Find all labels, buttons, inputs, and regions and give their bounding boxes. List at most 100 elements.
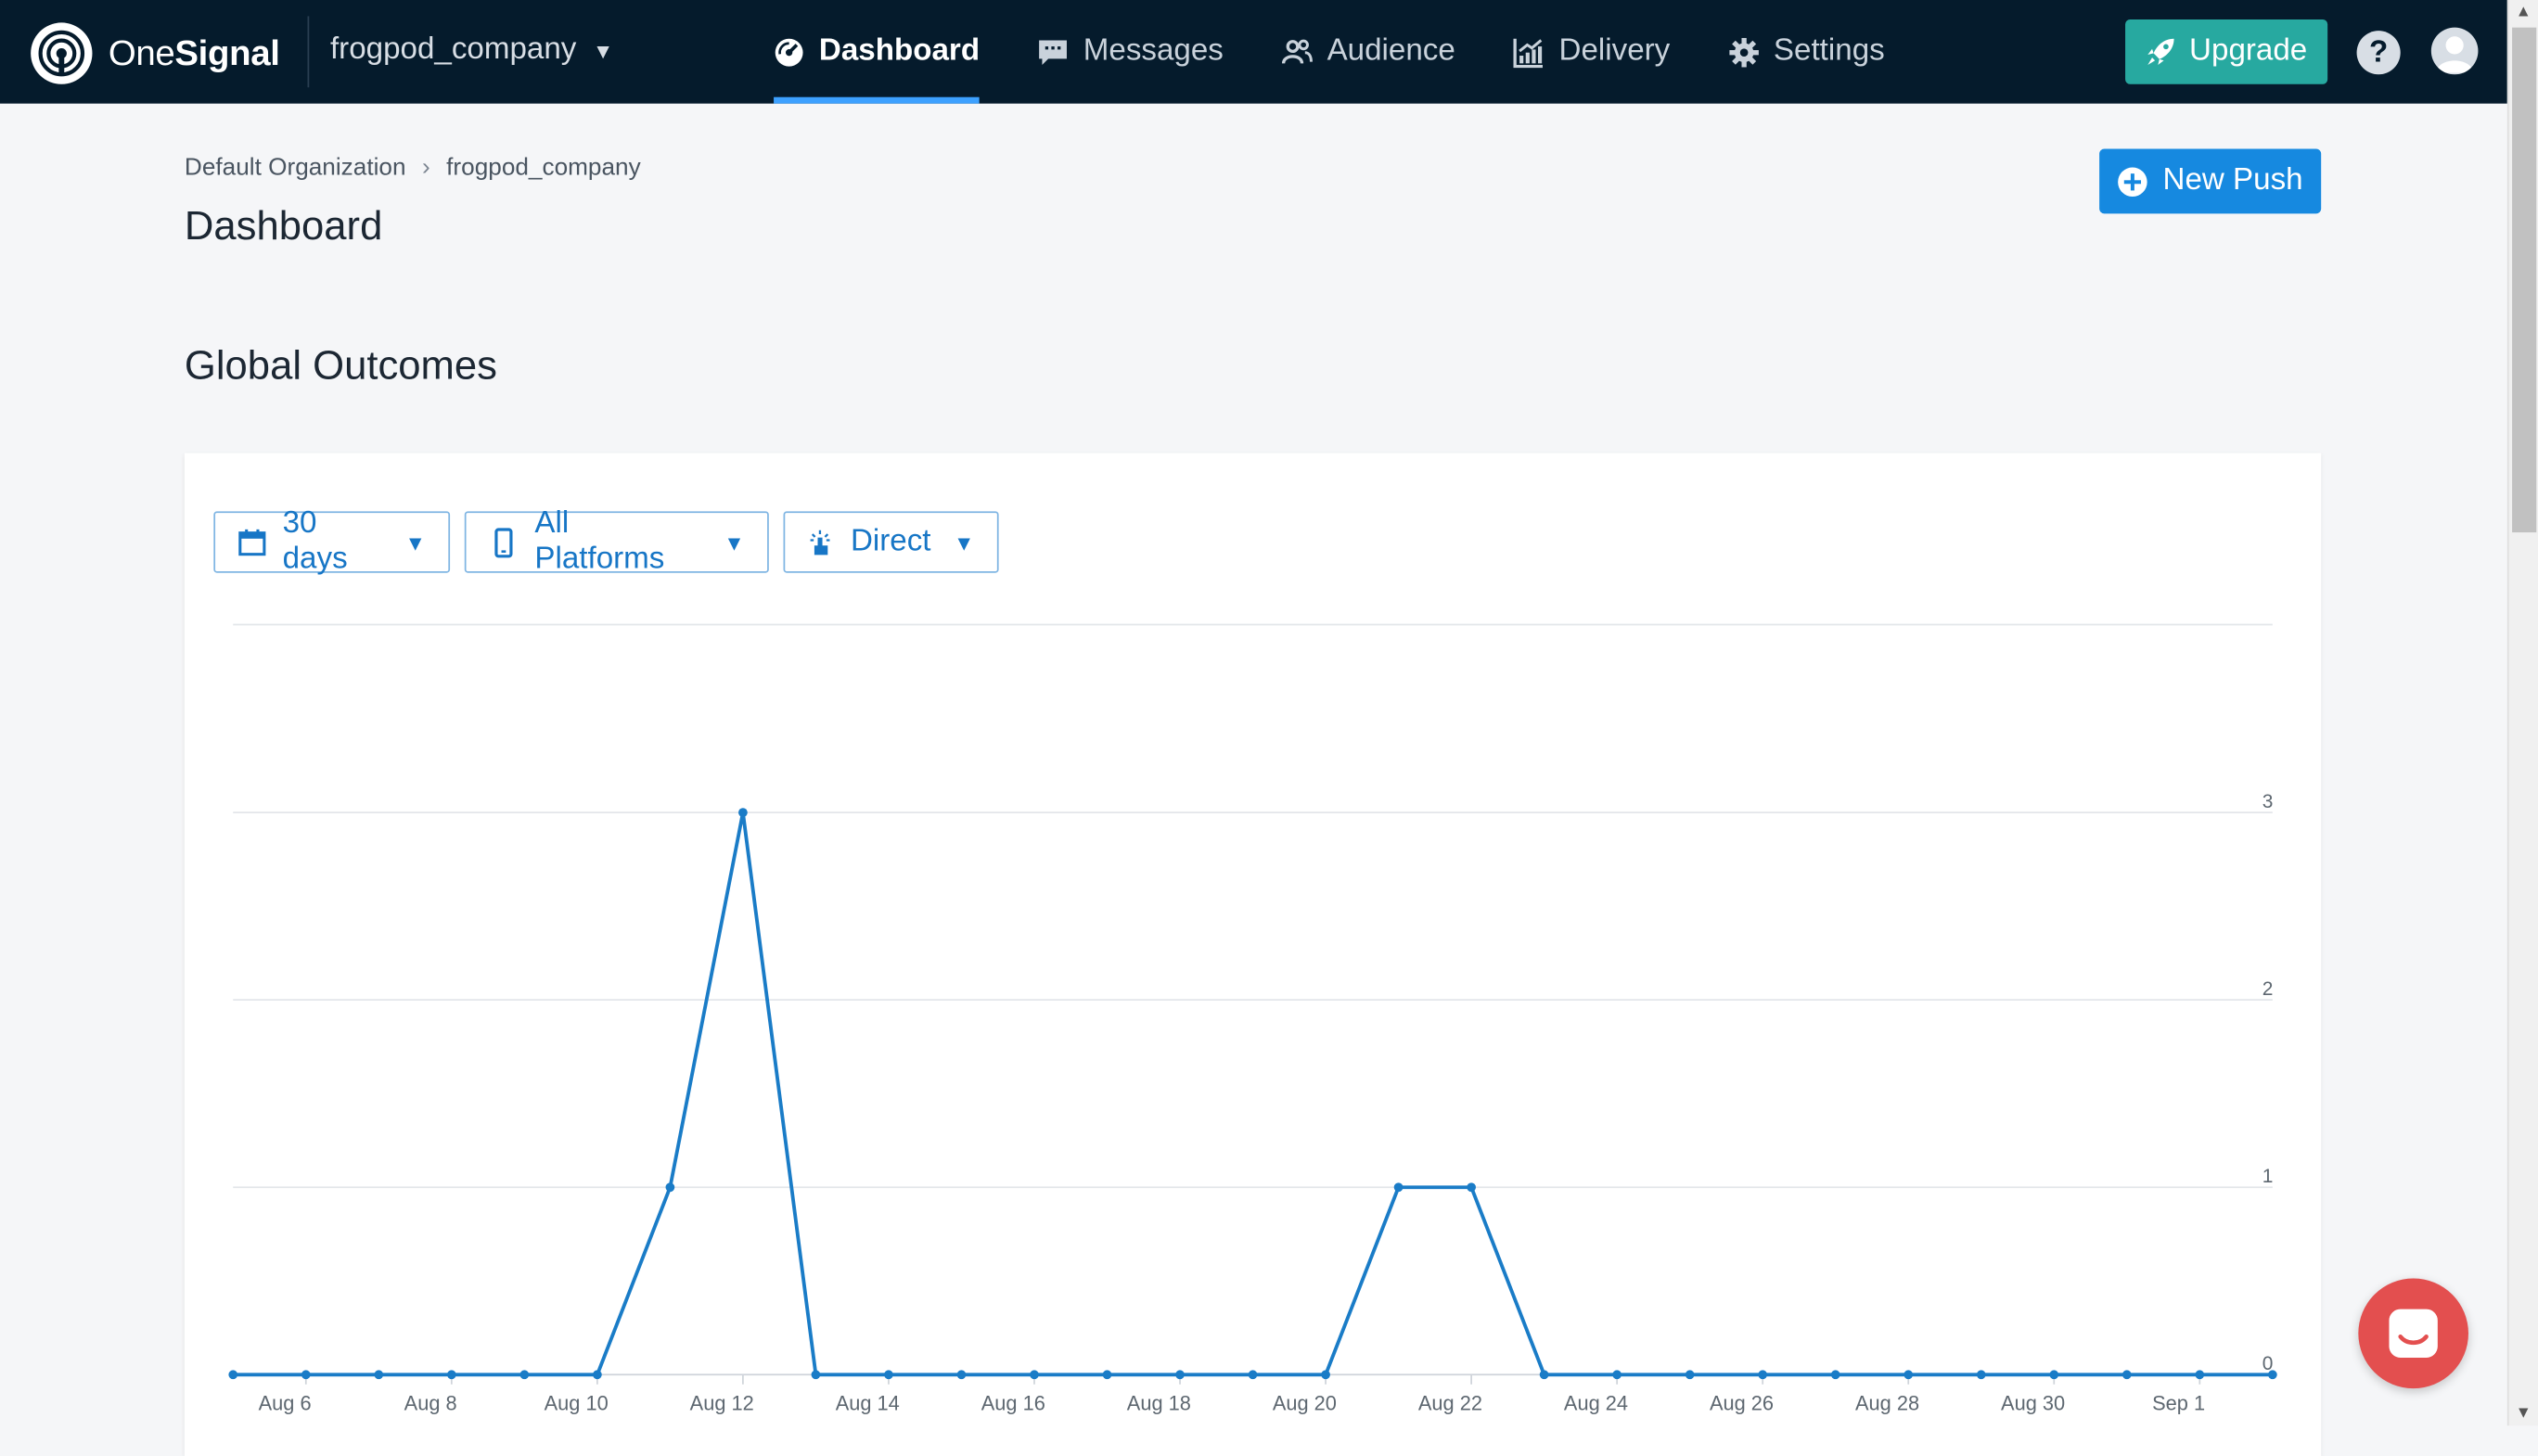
data-point — [301, 1370, 311, 1380]
outcomes-chart: 0123Aug 6 Aug 8 Aug 10 Aug 12 Aug 14 Aug 16 Au… — [228, 623, 2277, 1415]
tap-icon — [810, 529, 830, 555]
upgrade-button[interactable]: Upgrade — [2125, 19, 2328, 84]
nav-dashboard[interactable]: Dashboard — [774, 0, 981, 104]
plus-circle-icon — [2118, 166, 2147, 197]
platform-filter[interactable]: All Platforms ▼ — [464, 506, 769, 576]
series-line — [233, 811, 2273, 1377]
top-nav: OneSignal frogpod_company ▼ Dashboard Me… — [0, 0, 2507, 104]
outcomes-card: 0 1 2 3 Aug 6 Aug 8 Aug 10 Aug 12 Aug 14 Aug 16 Au… — [184, 453, 2322, 1456]
data-point — [2267, 1370, 2277, 1380]
data-point — [374, 1370, 384, 1380]
data-point — [1612, 1370, 1622, 1380]
breadcrumb-separator: › — [421, 153, 430, 182]
upgrade-label: Upgrade — [2189, 33, 2308, 69]
data-point — [884, 1370, 893, 1380]
app-name: frogpod_company — [329, 32, 577, 67]
app-root: OneSignal frogpod_company ▼ Dashboard Me… — [0, 0, 2538, 1456]
data-point — [592, 1370, 602, 1380]
nav-label: Audience — [1327, 33, 1455, 69]
range-label: 30 days — [282, 506, 348, 577]
data-point — [1102, 1370, 1112, 1380]
data-point — [1321, 1370, 1330, 1380]
x-tick-label: Aug 20 — [1273, 1392, 1337, 1415]
new-push-button[interactable]: New Push — [2099, 148, 2322, 214]
app-selector[interactable]: frogpod_company ▼ — [330, 32, 613, 68]
y-tick-label: 1 — [2262, 1166, 2274, 1187]
caret-down-icon: ▼ — [592, 38, 614, 63]
caret-down-icon: ▼ — [404, 530, 426, 555]
page-title: Dashboard — [184, 203, 383, 249]
scroll-up-icon[interactable]: ▲ — [2516, 3, 2532, 20]
messenger-launcher[interactable] — [2358, 1278, 2468, 1389]
data-point — [1830, 1370, 1840, 1380]
x-tick-label: Aug 26 — [1710, 1392, 1774, 1415]
data-point — [1976, 1370, 1986, 1380]
data-point — [1175, 1370, 1185, 1380]
caret-down-icon: ▼ — [724, 530, 745, 555]
nav-messages[interactable]: Messages — [1038, 0, 1224, 104]
data-point — [446, 1370, 456, 1380]
data-point — [1904, 1370, 1914, 1380]
scroll-down-icon[interactable]: ▼ — [2516, 1405, 2532, 1423]
x-tick-label: Aug 16 — [981, 1392, 1045, 1415]
users-icon — [1281, 38, 1313, 63]
main-nav: Dashboard Messages Audience Delivery Set… — [774, 0, 1942, 104]
nav-settings[interactable]: Settings — [1728, 0, 1885, 104]
x-tick-label: Aug 14 — [836, 1392, 900, 1415]
attribution-label: Direct — [850, 524, 931, 558]
help-icon[interactable]: ? — [2356, 31, 2401, 75]
rocket-icon — [2147, 38, 2173, 65]
nav-delivery[interactable]: Delivery — [1513, 0, 1671, 104]
user-avatar-icon — [2436, 36, 2474, 73]
gear-icon — [1728, 37, 1759, 67]
data-point — [665, 1182, 675, 1193]
y-tick-label: 3 — [2262, 791, 2274, 812]
data-point — [1248, 1370, 1258, 1380]
data-point — [2121, 1370, 2132, 1380]
nav-label: Settings — [1773, 33, 1885, 69]
data-point — [1393, 1182, 1404, 1193]
data-point — [956, 1370, 967, 1380]
new-push-label: New Push — [2162, 163, 2303, 198]
data-point — [1030, 1370, 1039, 1380]
data-point — [738, 808, 748, 818]
message-icon — [1039, 39, 1068, 65]
nav-label: Dashboard — [818, 33, 981, 69]
data-point — [519, 1370, 530, 1380]
x-tick-label: Aug 30 — [2001, 1392, 2065, 1415]
breadcrumb-app[interactable]: frogpod_company — [446, 154, 641, 182]
nav-audience[interactable]: Audience — [1281, 0, 1455, 104]
x-tick-label: Aug 28 — [1855, 1392, 1919, 1415]
nav-label: Delivery — [1558, 33, 1671, 69]
chart-icon — [1513, 37, 1544, 68]
data-point — [228, 1370, 238, 1380]
data-point — [1539, 1370, 1549, 1380]
x-tick-label: Aug 24 — [1564, 1392, 1628, 1415]
attribution-filter[interactable]: Direct ▼ — [783, 511, 999, 573]
brand-name: OneSignal — [108, 32, 280, 73]
nav-divider — [307, 16, 310, 88]
scroll-thumb[interactable] — [2512, 27, 2537, 533]
avatar[interactable] — [2430, 27, 2479, 75]
data-point — [811, 1370, 821, 1380]
x-tick-label: Aug 18 — [1127, 1392, 1191, 1415]
mobile-icon — [494, 527, 513, 557]
calendar-icon — [238, 528, 266, 556]
data-point — [1685, 1370, 1695, 1380]
x-tick-label: Aug 10 — [545, 1392, 609, 1415]
brand[interactable]: OneSignal — [29, 21, 280, 86]
data-point — [1758, 1370, 1768, 1380]
x-tick-label: Aug 12 — [690, 1392, 754, 1415]
platform-label: All Platforms — [534, 506, 665, 577]
x-tick-label: Aug 8 — [404, 1392, 457, 1415]
breadcrumb-org[interactable]: Default Organization — [185, 154, 406, 182]
x-tick-label: Aug 22 — [1418, 1392, 1482, 1415]
data-point — [2049, 1370, 2059, 1380]
y-tick-label: 2 — [2262, 978, 2274, 1000]
range-filter[interactable]: 30 days ▼ — [213, 506, 451, 576]
data-point — [2195, 1370, 2205, 1380]
page-scrollbar[interactable]: ▲ ▼ — [2506, 0, 2538, 1426]
section-title: Global Outcomes — [184, 342, 497, 389]
dashboard-icon — [775, 37, 803, 66]
onesignal-logo-icon — [31, 22, 93, 84]
